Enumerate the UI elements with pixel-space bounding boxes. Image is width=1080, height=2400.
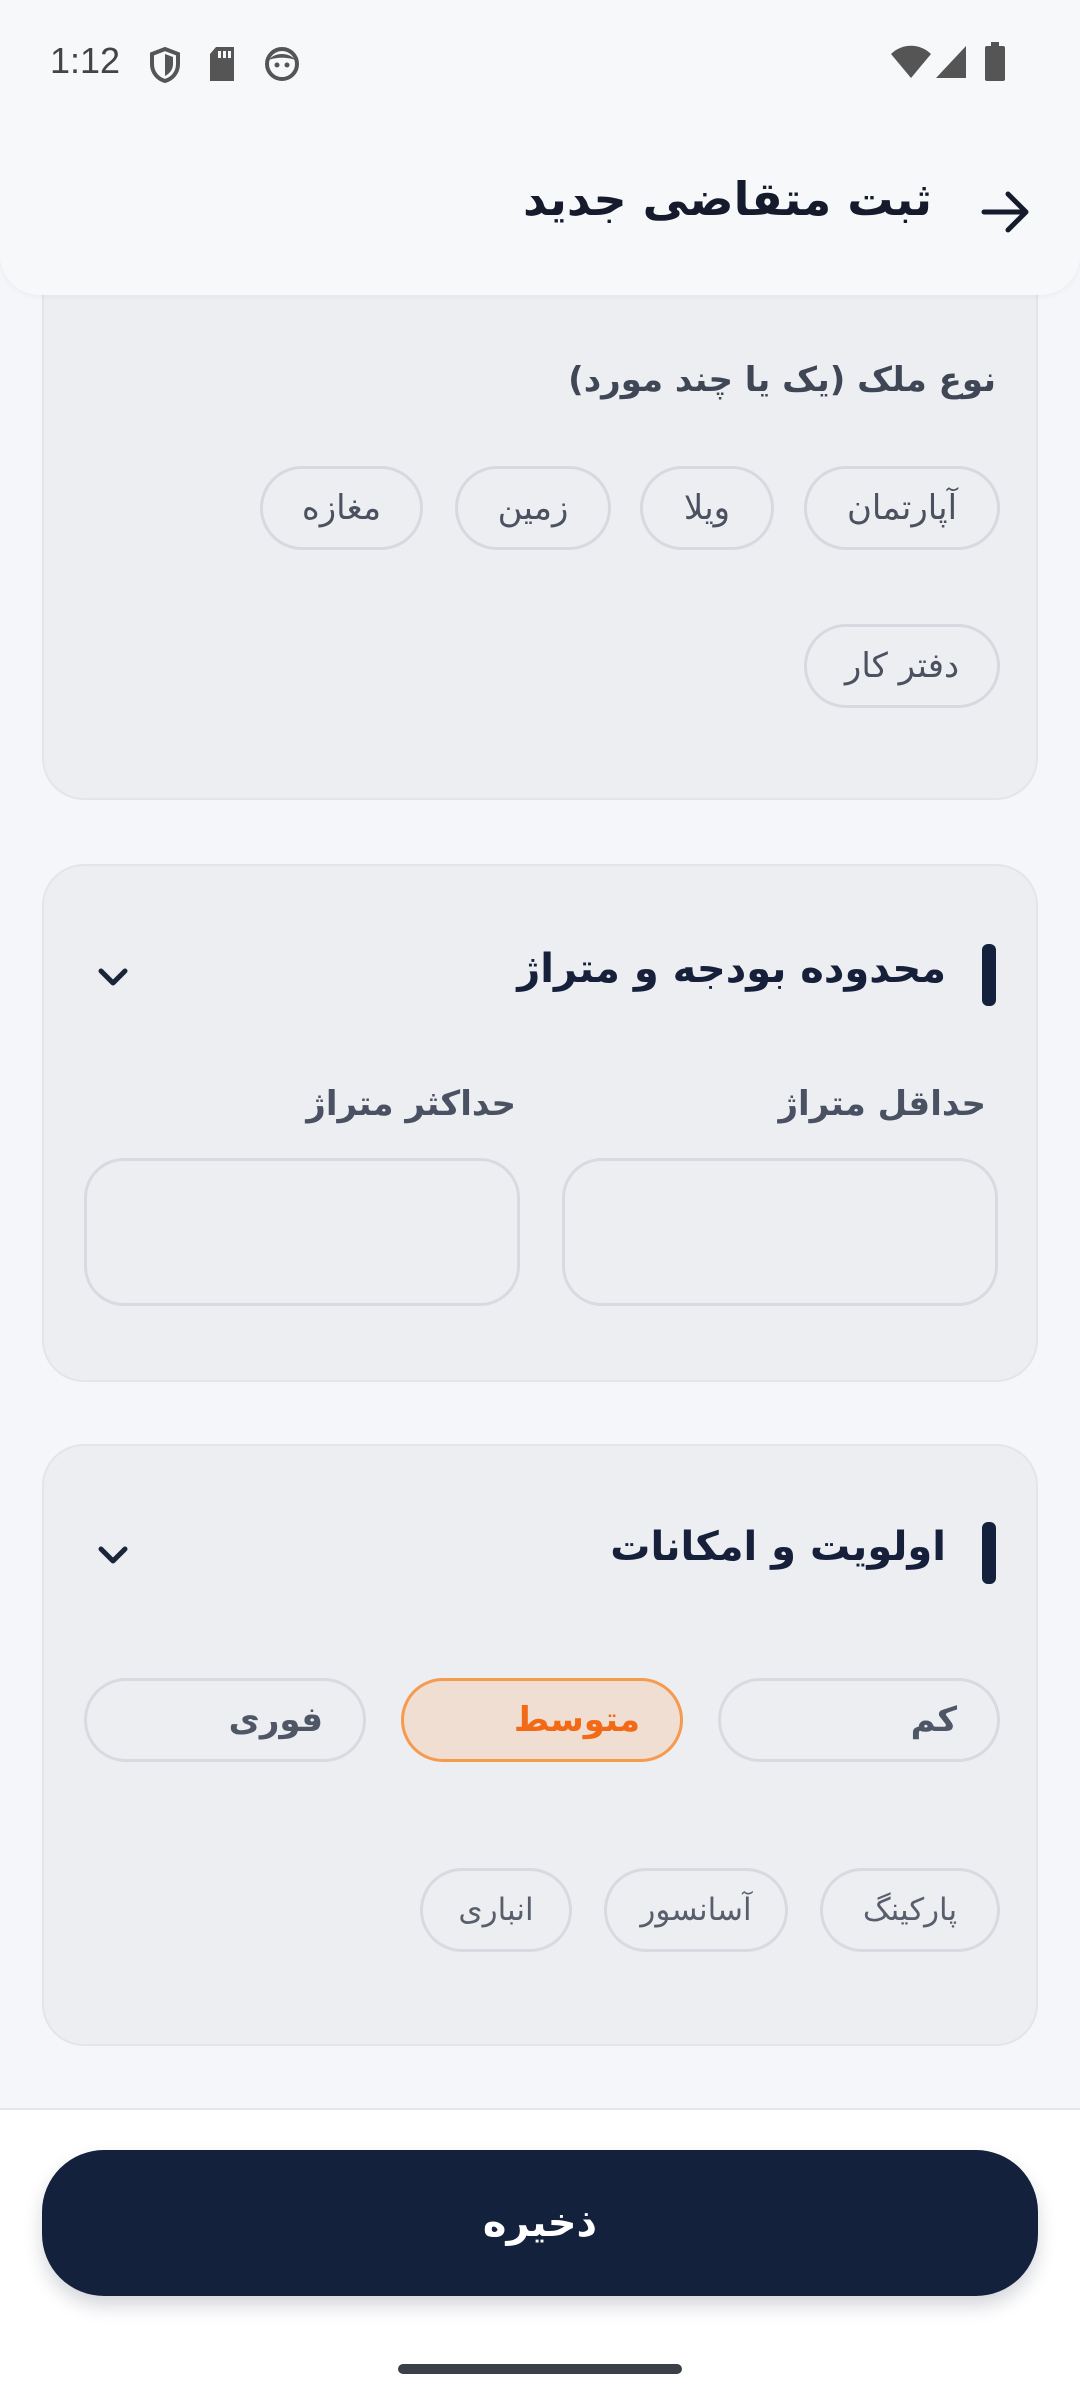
chip-office[interactable]: دفتر کار: [804, 624, 1000, 708]
section-accent-bar: [982, 1522, 996, 1584]
priority-urgent[interactable]: فوری: [84, 1678, 366, 1762]
sd-card-icon: [210, 47, 234, 81]
signal-icon: [936, 46, 966, 78]
footer-bar: ذخیره: [0, 2108, 1080, 2400]
feature-storage[interactable]: انباری: [420, 1868, 572, 1952]
property-type-label: نوع ملک (یک یا چند مورد): [568, 360, 996, 400]
shield-icon: [150, 46, 180, 84]
max-area-label: حداکثر متراژ: [306, 1084, 516, 1124]
chip-apartment[interactable]: آپارتمان: [804, 466, 1000, 550]
wifi-icon: [891, 45, 931, 78]
priority-card: اولویت و امکانات کم متوسط فوری پارکینگ آ…: [42, 1444, 1038, 2046]
face-icon: [265, 47, 299, 81]
min-area-label: حداقل متراژ: [778, 1084, 986, 1124]
chip-shop[interactable]: مغازه: [260, 466, 423, 550]
home-indicator[interactable]: [398, 2364, 682, 2374]
max-area-input[interactable]: [84, 1158, 520, 1306]
budget-section-title: محدوده بودجه و متراژ: [517, 946, 946, 992]
chevron-down-icon[interactable]: [96, 966, 130, 988]
priority-medium[interactable]: متوسط: [401, 1678, 683, 1762]
chevron-down-icon[interactable]: [96, 1544, 130, 1566]
feature-parking[interactable]: پارکینگ: [820, 1868, 1000, 1952]
page-title: ثبت متقاضی جدید: [523, 172, 932, 226]
status-time: 1:12: [50, 40, 121, 81]
min-area-input[interactable]: [562, 1158, 998, 1306]
priority-low[interactable]: کم: [718, 1678, 1000, 1762]
section-accent-bar: [982, 944, 996, 1006]
property-type-card: نوع ملک (یک یا چند مورد) آپارتمان ویلا ز…: [42, 240, 1038, 800]
status-bar: 1:12: [0, 0, 1080, 130]
chip-villa[interactable]: ویلا: [640, 466, 774, 550]
chip-land[interactable]: زمین: [455, 466, 611, 550]
battery-icon: [985, 42, 1005, 81]
app-header: 1:12 ثبت متقاضی جدید: [0, 0, 1080, 295]
save-button[interactable]: ذخیره: [42, 2150, 1038, 2296]
feature-elevator[interactable]: آسانسور: [604, 1868, 788, 1952]
priority-section-title: اولویت و امکانات: [610, 1524, 946, 1570]
arrow-right-icon[interactable]: [980, 188, 1032, 236]
budget-card: محدوده بودجه و متراژ حداقل متراژ حداکثر …: [42, 864, 1038, 1382]
